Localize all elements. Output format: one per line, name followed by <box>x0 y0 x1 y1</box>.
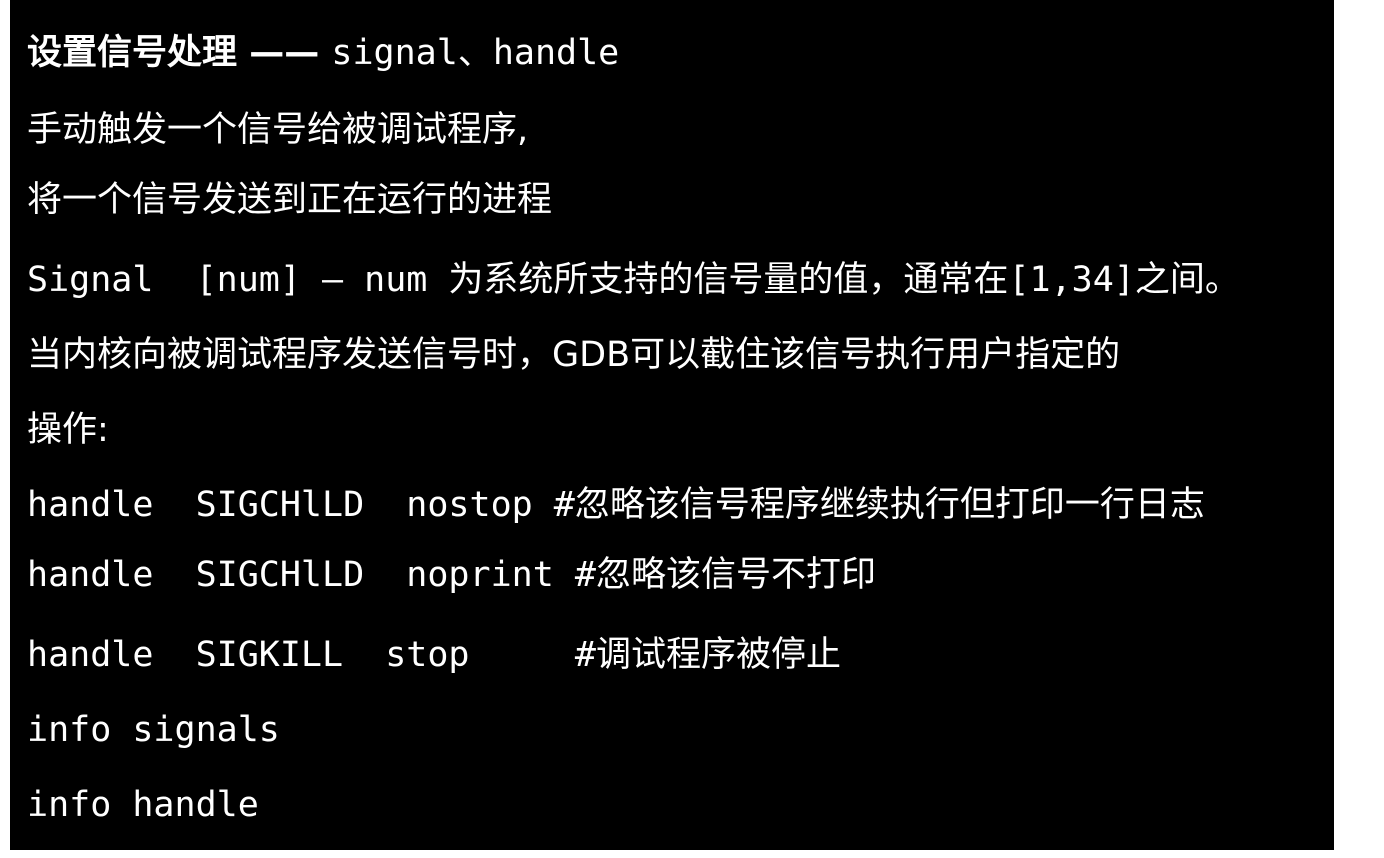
slide-title: 设置信号处理 —— signal、handle <box>27 31 619 75</box>
text-line-signal-syntax: Signal [num] – num 为系统所支持的信号量的值，通常在[1,34… <box>27 260 1240 300</box>
title-commands: signal、handle <box>331 33 620 73</box>
code-line-info-signals: info signals <box>27 710 280 750</box>
title-dash: —— <box>237 33 332 73</box>
code-line-info-handle: info handle <box>27 785 259 825</box>
title-chinese: 设置信号处理 <box>27 33 238 73</box>
text-line-kernel-signal: 当内核向被调试程序发送信号时，GDB可以截住该信号执行用户指定的 <box>27 335 1121 375</box>
code-line-handle-stop: handle SIGKILL stop #调试程序被停止 <box>27 635 841 675</box>
text-line-send-signal: 将一个信号发送到正在运行的进程 <box>27 180 553 220</box>
slide-panel: 设置信号处理 —— signal、handle 手动触发一个信号给被调试程序, … <box>10 0 1334 850</box>
text-line-trigger-signal: 手动触发一个信号给被调试程序, <box>27 110 529 150</box>
code-line-handle-nostop: handle SIGCHlLD nostop #忽略该信号程序继续执行但打印一行… <box>27 485 1205 525</box>
text-line-operations: 操作: <box>27 410 109 450</box>
code-line-handle-noprint: handle SIGCHlLD noprint #忽略该信号不打印 <box>27 555 876 595</box>
